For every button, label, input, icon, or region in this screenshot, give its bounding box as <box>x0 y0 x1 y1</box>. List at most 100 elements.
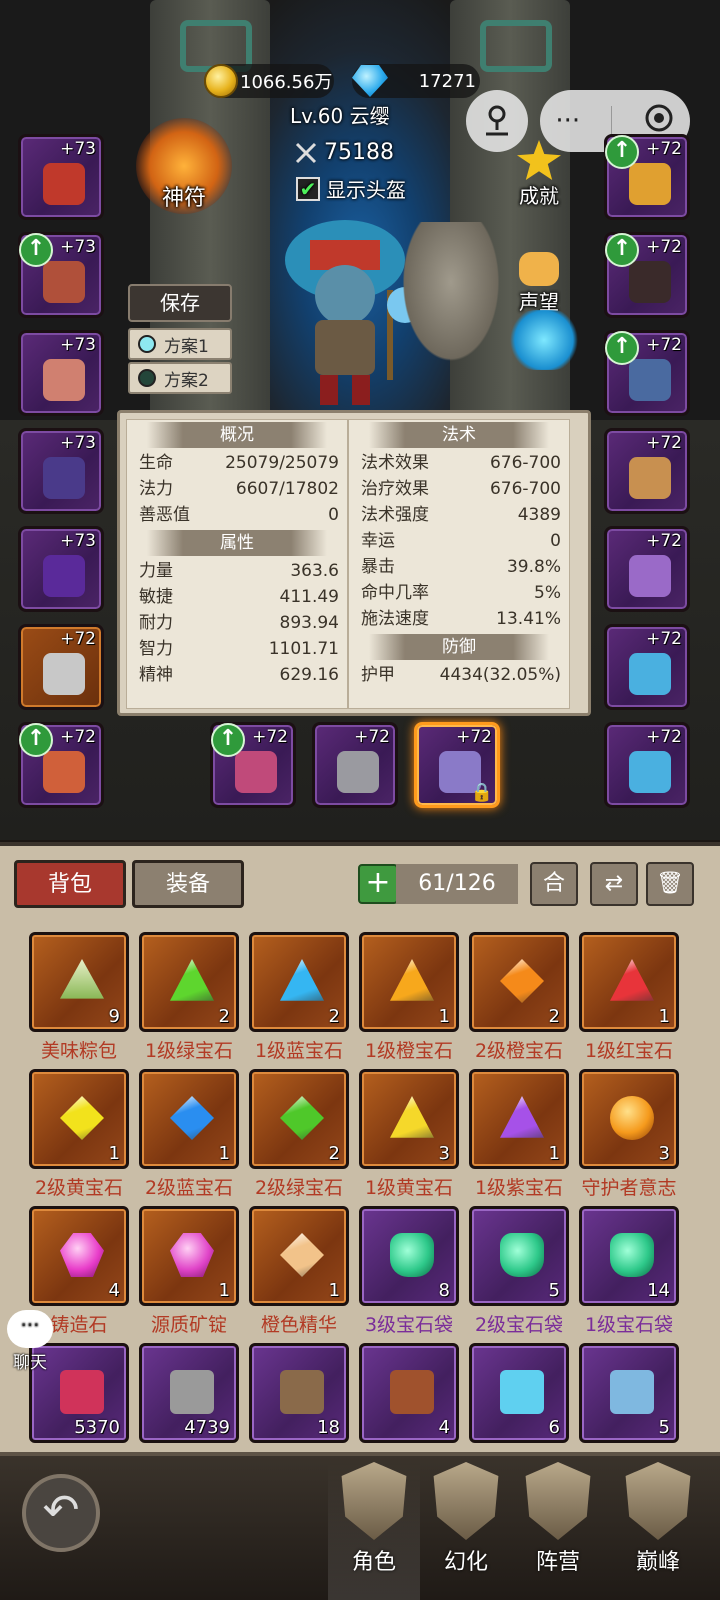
bag-item[interactable]: 9 <box>29 932 129 1032</box>
bag-item[interactable]: 3 <box>579 1069 679 1169</box>
bag-item[interactable]: 14 <box>579 1206 679 1306</box>
item-name: 守护者意志 <box>581 1177 677 1199</box>
bag-item[interactable]: 6 <box>469 1343 569 1443</box>
nav-peak[interactable]: 巅峰 <box>612 1462 704 1600</box>
attributes-header: 属性 <box>147 530 327 556</box>
checkbox-checked-icon[interactable]: ✔ <box>296 176 320 201</box>
back-button[interactable]: ↶ <box>22 1474 100 1552</box>
delete-button[interactable]: 🗑 <box>646 862 694 906</box>
enhance-level: +72 <box>646 237 682 257</box>
equipment-slot[interactable]: +72 ↑ <box>210 722 296 808</box>
equipment-slot[interactable]: +72 <box>604 722 690 808</box>
achievement-button[interactable]: 成就 <box>506 140 572 209</box>
stat-label: 精神 <box>139 665 173 685</box>
equipment-slot[interactable]: +72 ↑ <box>18 722 104 808</box>
item-count: 2 <box>218 1006 230 1027</box>
bag-item[interactable]: 4 <box>359 1343 459 1443</box>
equipment-slot[interactable]: +72 ↑ <box>604 330 690 416</box>
item-count: 1 <box>218 1280 230 1301</box>
item-count: 2 <box>328 1006 340 1027</box>
yellow-gem-icon <box>60 1096 104 1140</box>
equipment-slot[interactable]: +73 ↑ <box>18 232 104 318</box>
chat-button[interactable]: ··· 聊天 <box>4 1310 56 1373</box>
bag-item[interactable]: 1 <box>29 1069 129 1169</box>
enhance-level: +73 <box>60 237 96 257</box>
bag-item[interactable]: 4 <box>29 1206 129 1306</box>
equipment-slot[interactable]: +72 <box>18 624 104 710</box>
bag-item[interactable]: 3 <box>359 1069 459 1169</box>
bag-item[interactable]: 4739 <box>139 1343 239 1443</box>
sort-button[interactable]: ⇄ <box>590 862 638 906</box>
plan-2-radio[interactable]: 方案2 <box>128 362 232 394</box>
plan-1-radio[interactable]: 方案1 <box>128 328 232 360</box>
item-count: 18 <box>317 1417 340 1438</box>
merge-button[interactable]: 合 <box>530 862 578 906</box>
bag-item[interactable]: 1 <box>139 1206 239 1306</box>
item-name: 美味粽包 <box>40 1040 117 1062</box>
bow-icon <box>390 1370 434 1414</box>
equipment-slot[interactable]: +72 🔒 <box>414 722 500 808</box>
bag-item[interactable]: 1 <box>139 1069 239 1169</box>
orb-icon <box>610 1096 654 1140</box>
equipment-slot[interactable]: +73 <box>18 428 104 514</box>
enhance-level: +72 <box>354 727 390 747</box>
plan-2-label: 方案2 <box>164 370 209 391</box>
stat-value: 676-700 <box>489 479 561 499</box>
equipment-slot[interactable]: +72 <box>604 428 690 514</box>
stat-label: 幸运 <box>361 531 395 551</box>
lock-icon: 🔒 <box>470 782 493 803</box>
show-helmet-toggle[interactable]: ✔ 显示头盔 <box>296 174 406 203</box>
stats-right-column: 法术 法术效果 676-700 治疗效果 676-700 法术强度 4389 幸运 0 暴击 39… <box>348 419 570 709</box>
glove-icon <box>43 163 85 205</box>
equipment-slot[interactable]: +72 <box>604 624 690 710</box>
save-button[interactable]: 保存 <box>128 284 232 322</box>
bag-item[interactable]: 8 <box>359 1206 459 1306</box>
expand-bag-button[interactable]: + <box>358 864 398 904</box>
bag-item[interactable]: 2 <box>469 932 569 1032</box>
item-grid[interactable]: 9 美味粽包 2 1级绿宝石 2 1级蓝宝石 1 1级橙宝石 2 2级橙宝石 1 1级红宝石 1 2级黄宝… <box>26 932 700 1444</box>
bag-item[interactable]: 2 <box>139 932 239 1032</box>
bag-item[interactable]: 18 <box>249 1343 349 1443</box>
nav-faction[interactable]: 阵营 <box>512 1462 604 1600</box>
bag-item[interactable]: 2 <box>249 1069 349 1169</box>
talisman-button[interactable]: 神符 <box>132 118 236 214</box>
stat-label: 善恶值 <box>139 505 190 525</box>
nav-transmog[interactable]: 幻化 <box>420 1462 512 1600</box>
bag-item[interactable]: 1 <box>249 1206 349 1306</box>
equipment-slot[interactable]: +72 ↑ <box>604 134 690 220</box>
bag-item[interactable]: 1 <box>579 932 679 1032</box>
nav-label: 角色 <box>351 1550 396 1575</box>
equipment-slot[interactable]: +72 <box>312 722 398 808</box>
tab-bag[interactable]: 背包 <box>14 860 126 908</box>
bag-item[interactable]: 5 <box>579 1343 679 1443</box>
stat-label: 法力 <box>139 479 173 499</box>
equipment-slot[interactable]: +73 <box>18 134 104 220</box>
stats-panel[interactable]: 概况 生命 25079/25079 法力 6607/17802 善恶值 0 属性 力量 36… <box>117 410 591 716</box>
stat-label: 法术强度 <box>361 505 429 525</box>
more-menu-button[interactable]: ··· <box>555 106 580 136</box>
tab-equipment[interactable]: 装备 <box>132 860 244 908</box>
bag-item[interactable]: 5 <box>469 1206 569 1306</box>
pants-icon <box>629 261 671 303</box>
enhance-level: +72 <box>60 727 96 747</box>
stat-value: 893.94 <box>279 613 339 633</box>
stat-value: 0 <box>550 531 561 551</box>
upgrade-arrow-icon: ↑ <box>19 233 53 267</box>
stat-value: 4389 <box>517 505 561 525</box>
blade-icon <box>500 1370 544 1414</box>
equipment-slot[interactable]: +72 <box>604 526 690 612</box>
nav-helmet[interactable]: 角色 <box>328 1462 420 1600</box>
bag-item[interactable]: 2 <box>249 932 349 1032</box>
player-level-name: Lv.60 云缨 <box>290 104 390 128</box>
bag-item[interactable]: 1 <box>359 932 459 1032</box>
bag-item[interactable]: 1 <box>469 1069 569 1169</box>
item-name: 1级黄宝石 <box>364 1177 454 1199</box>
gem-bag-icon <box>390 1233 434 1277</box>
reputation-button[interactable]: 声望 <box>506 252 572 315</box>
stat-row: 智力 1101.71 <box>127 636 347 662</box>
equipment-slot[interactable]: +73 <box>18 526 104 612</box>
bag-capacity-value: 61/126 <box>396 864 518 904</box>
equipment-slot[interactable]: +72 ↑ <box>604 232 690 318</box>
gem-bag-icon <box>500 1233 544 1277</box>
equipment-slot[interactable]: +73 <box>18 330 104 416</box>
